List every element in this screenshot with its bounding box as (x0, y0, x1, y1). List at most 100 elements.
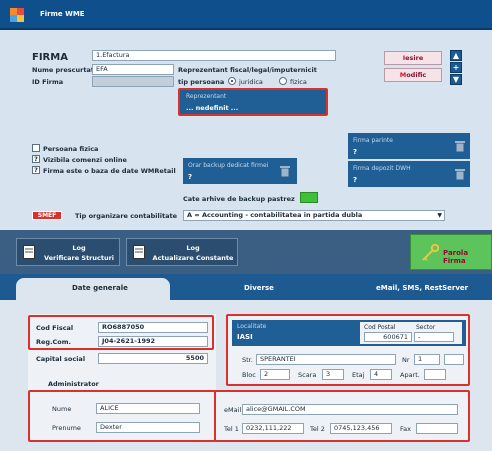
tip-organizare-value: A = Accounting - contabilitatea in parti… (187, 211, 363, 219)
smef-badge: SMEF (32, 211, 62, 220)
cod-postal-input[interactable]: 600671 (364, 332, 412, 342)
cate-arhive-input[interactable] (300, 192, 318, 203)
etaj-label: Etaj (352, 371, 365, 379)
id-firma-label: ID Firma (32, 78, 64, 86)
address-panel: Localitate IASI Cod Postal Sector 600671… (226, 314, 470, 386)
nume-input[interactable]: ALICE (96, 403, 200, 414)
firma-depozit-field[interactable]: Firma depozit DWH ? (348, 161, 470, 187)
document-icon (133, 245, 145, 259)
scara-input[interactable]: 3 (322, 369, 344, 380)
capital-social-label: Capital social (36, 355, 86, 363)
trash-icon[interactable] (455, 168, 465, 180)
log-verificare-line1: Log (72, 244, 86, 252)
nr-input[interactable]: 1 (414, 354, 440, 365)
cod-fiscal-input[interactable]: RO6887050 (98, 322, 208, 333)
administrator-label: Administrator (48, 380, 99, 388)
nume-prescurtat-label: Nume prescurtat (32, 66, 94, 74)
tab-bar: Date generale Diverse eMail, SMS, RestSe… (0, 274, 492, 300)
log-actualizare-button[interactable]: Log Actualizare Constante (126, 238, 238, 266)
tab-email-sms[interactable]: eMail, SMS, RestServer (376, 284, 468, 292)
vizibila-comenzi-label: Vizibila comenzi online (43, 156, 127, 164)
administrator-panel: Nume ALICE Prenume Dexter (28, 390, 216, 442)
apart-input[interactable] (424, 369, 446, 380)
bloc-label: Bloc (242, 371, 256, 379)
iesire-button[interactable]: Iesire (384, 51, 442, 65)
capital-social-input[interactable]: 5500 (98, 353, 208, 364)
tab-content-date-generale: Cod Fiscal RO6887050 Reg.Com. J04-2621-1… (0, 300, 492, 451)
nr-extra-input[interactable] (444, 354, 464, 365)
reg-com-label: Reg.Com. (36, 338, 72, 346)
sector-input[interactable]: - (414, 332, 454, 342)
log-verificare-button[interactable]: Log Verificare Structuri (16, 238, 120, 266)
firma-label: FIRMA (32, 52, 68, 63)
tab-date-generale[interactable]: Date generale (16, 278, 170, 300)
trash-icon[interactable] (280, 165, 290, 177)
sector-label: Sector (416, 324, 436, 331)
tab-date-generale-label: Date generale (72, 284, 128, 292)
firma-baza-date-toggle[interactable]: ? (32, 166, 40, 174)
company-header-panel: FIRMA 1.Efactura Nume prescurtat EFA ID … (0, 30, 492, 230)
tel2-label: Tel 2 (310, 425, 325, 433)
firma-parinte-label: Firma parinte (353, 137, 393, 144)
log-actualizare-line1: Log (186, 244, 200, 252)
nr-label: Nr (402, 356, 410, 364)
firma-depozit-label: Firma depozit DWH (353, 165, 411, 172)
cod-postal-label: Cod Postal (364, 324, 396, 331)
tel2-input[interactable]: 0745,123,456 (330, 423, 392, 434)
fax-input[interactable] (416, 423, 458, 434)
add-button[interactable]: + (450, 62, 462, 73)
nume-prescurtat-input[interactable]: EFA (92, 64, 174, 75)
parola-firma-label: Parola Firma (443, 249, 469, 265)
reprezentant-selector[interactable]: Reprezentant ... nedefinit ... (178, 88, 328, 116)
log-verificare-line2: Verificare Structuri (43, 254, 115, 262)
radio-fizica-label: fizica (290, 78, 307, 86)
move-down-button[interactable]: ▼ (450, 74, 462, 85)
email-input[interactable]: alice@GMAIL.COM (242, 404, 458, 415)
bloc-input[interactable]: 2 (260, 369, 290, 380)
radio-juridica[interactable] (228, 77, 236, 85)
fax-label: Fax (400, 425, 411, 433)
app-logo-icon (10, 8, 24, 22)
persoana-fizica-checkbox[interactable] (32, 144, 40, 152)
modific-button[interactable]: Modific (384, 68, 442, 82)
id-firma-input[interactable] (92, 76, 174, 87)
representative-title: Reprezentant fiscal/legal/imputernicit (178, 66, 317, 74)
radio-fizica[interactable] (279, 77, 287, 85)
nume-label: Nume (52, 405, 72, 413)
tip-organizare-label: Tip organizare contabilitate (75, 212, 177, 220)
title-bar: Firme WME (0, 0, 492, 30)
email-label: eMail (224, 406, 242, 414)
localitate-field[interactable]: Localitate IASI Cod Postal Sector 600671… (232, 320, 466, 346)
etaj-input[interactable]: 4 (370, 369, 392, 380)
firma-name-input[interactable]: 1.Efactura (92, 50, 336, 61)
cod-postal-group: Cod Postal Sector 600671 - (360, 322, 462, 344)
localitate-label: Localitate (237, 323, 267, 330)
firma-depozit-value: ? (353, 176, 358, 184)
orar-backup-label: Orar backup dedicat firmei (188, 162, 269, 169)
scara-label: Scara (298, 371, 317, 379)
key-icon (422, 244, 439, 261)
orar-backup-value: ? (188, 173, 193, 181)
apart-label: Apart. (400, 371, 420, 379)
reg-com-input[interactable]: J04-2621-1992 (98, 336, 208, 347)
firma-baza-date-label: Firma este o baza de date WMRetail (43, 167, 176, 175)
firma-parinte-field[interactable]: Firma parinte ? (348, 133, 470, 159)
tip-persoana-label: tip persoana (178, 78, 225, 86)
reprezentant-value: ... nedefinit ... (186, 104, 239, 112)
prenume-label: Prenume (52, 424, 81, 432)
tab-diverse[interactable]: Diverse (244, 284, 274, 292)
radio-juridica-label: juridica (239, 78, 263, 86)
str-input[interactable]: SPERANTEI (256, 354, 396, 365)
trash-icon[interactable] (455, 140, 465, 152)
cate-arhive-label: Cate arhive de backup pastrez (183, 195, 295, 203)
orar-backup-field[interactable]: Orar backup dedicat firmei ? (183, 158, 297, 184)
parola-firma-button[interactable]: Parola Firma (410, 234, 492, 270)
firma-parinte-value: ? (353, 148, 358, 156)
move-up-button[interactable]: ▲ (450, 50, 462, 61)
tip-organizare-select[interactable]: A = Accounting - contabilitatea in parti… (183, 210, 445, 221)
window-title: Firme WME (40, 10, 85, 18)
tel1-input[interactable]: 0232,111,222 (242, 423, 304, 434)
vizibila-comenzi-toggle[interactable]: ? (32, 155, 40, 163)
prenume-input[interactable]: Dexter (96, 422, 200, 433)
str-label: Str. (242, 356, 253, 364)
